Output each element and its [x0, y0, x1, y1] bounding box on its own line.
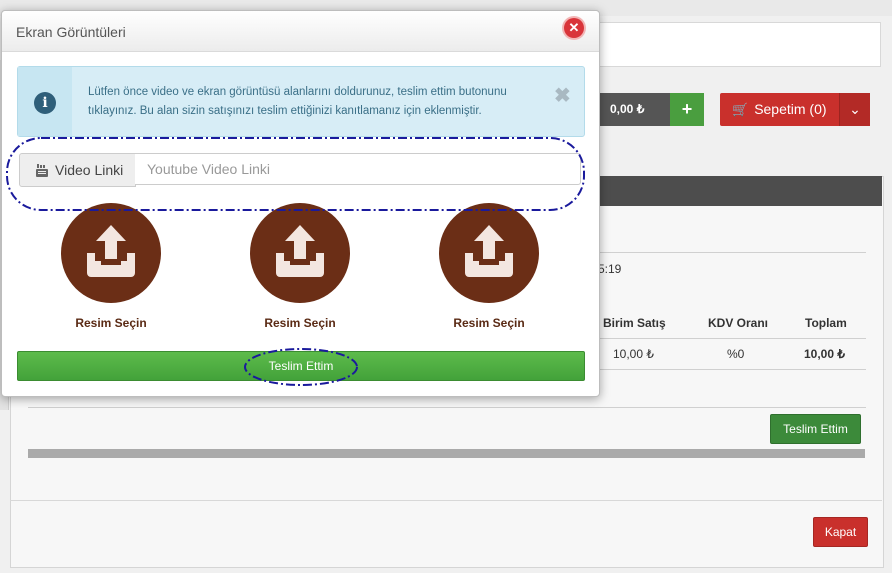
image-upload-3[interactable]: Resim Seçin — [429, 203, 549, 330]
alert-line-2: tıklayınız. Bu alan sizin satışınızı tes… — [88, 105, 482, 117]
info-icon: i — [34, 92, 56, 114]
cart-add-button[interactable]: + — [670, 93, 704, 126]
upload-icon[interactable] — [61, 203, 161, 303]
delivered-submit-button[interactable]: Teslim Ettim — [17, 351, 585, 381]
divider — [590, 252, 866, 253]
cell-vat: %0 — [727, 347, 745, 361]
close-icon[interactable]: ✕ — [564, 18, 584, 38]
alert-close-icon[interactable]: ✖ — [554, 83, 571, 108]
cell-total: 10,00 ₺ — [804, 347, 845, 361]
screenshots-modal: Ekran Görüntüleri ✕ i Lütfen önce video … — [1, 10, 600, 397]
divider — [28, 407, 866, 408]
alert-line-1: Lütfen önce video ve ekran görüntüsü ala… — [88, 86, 507, 98]
cart-price: 0,00 ₺ — [610, 102, 645, 116]
info-alert: i Lütfen önce video ve ekran görüntüsü a… — [17, 66, 585, 137]
upload-label: Resim Seçin — [75, 316, 147, 330]
order-time: 5:19 — [598, 262, 622, 276]
youtube-icon — [36, 164, 48, 177]
progress-bar — [28, 449, 865, 458]
col-header-vat: KDV Oranı — [708, 316, 769, 330]
col-header-total: Toplam — [805, 316, 847, 330]
basket-icon: 🛒 — [732, 102, 749, 117]
divider — [590, 338, 866, 339]
chevron-down-icon: ⌄ — [849, 101, 861, 117]
divider — [10, 500, 882, 501]
col-header-unit-price: Birim Satış — [603, 316, 666, 330]
video-link-group: Video Linki — [19, 153, 583, 187]
cart-button[interactable]: 🛒 Sepetim (0) — [720, 93, 839, 126]
bg-top-box — [590, 22, 881, 67]
alert-icon-area: i — [18, 67, 72, 136]
divider — [590, 369, 866, 370]
alert-message: Lütfen önce video ve ekran görüntüsü ala… — [88, 83, 538, 121]
video-link-input[interactable] — [135, 153, 581, 185]
modal-header: Ekran Görüntüleri ✕ — [2, 11, 599, 52]
image-upload-1[interactable]: Resim Seçin — [51, 203, 171, 330]
video-link-label: Video Linki — [55, 162, 124, 178]
cell-unit-price: 10,00 ₺ — [613, 347, 654, 361]
video-link-addon: Video Linki — [19, 153, 136, 187]
close-page-button[interactable]: Kapat — [813, 517, 868, 547]
upload-icon[interactable] — [439, 203, 539, 303]
bg-delivered-button[interactable]: Teslim Ettim — [770, 414, 861, 444]
cart-dropdown-button[interactable]: ⌄ — [839, 93, 870, 126]
upload-label: Resim Seçin — [264, 316, 336, 330]
cart-label: Sepetim (0) — [754, 101, 827, 117]
upload-label: Resim Seçin — [453, 316, 525, 330]
modal-title: Ekran Görüntüleri — [16, 24, 126, 40]
upload-icon[interactable] — [250, 203, 350, 303]
image-upload-2[interactable]: Resim Seçin — [240, 203, 360, 330]
